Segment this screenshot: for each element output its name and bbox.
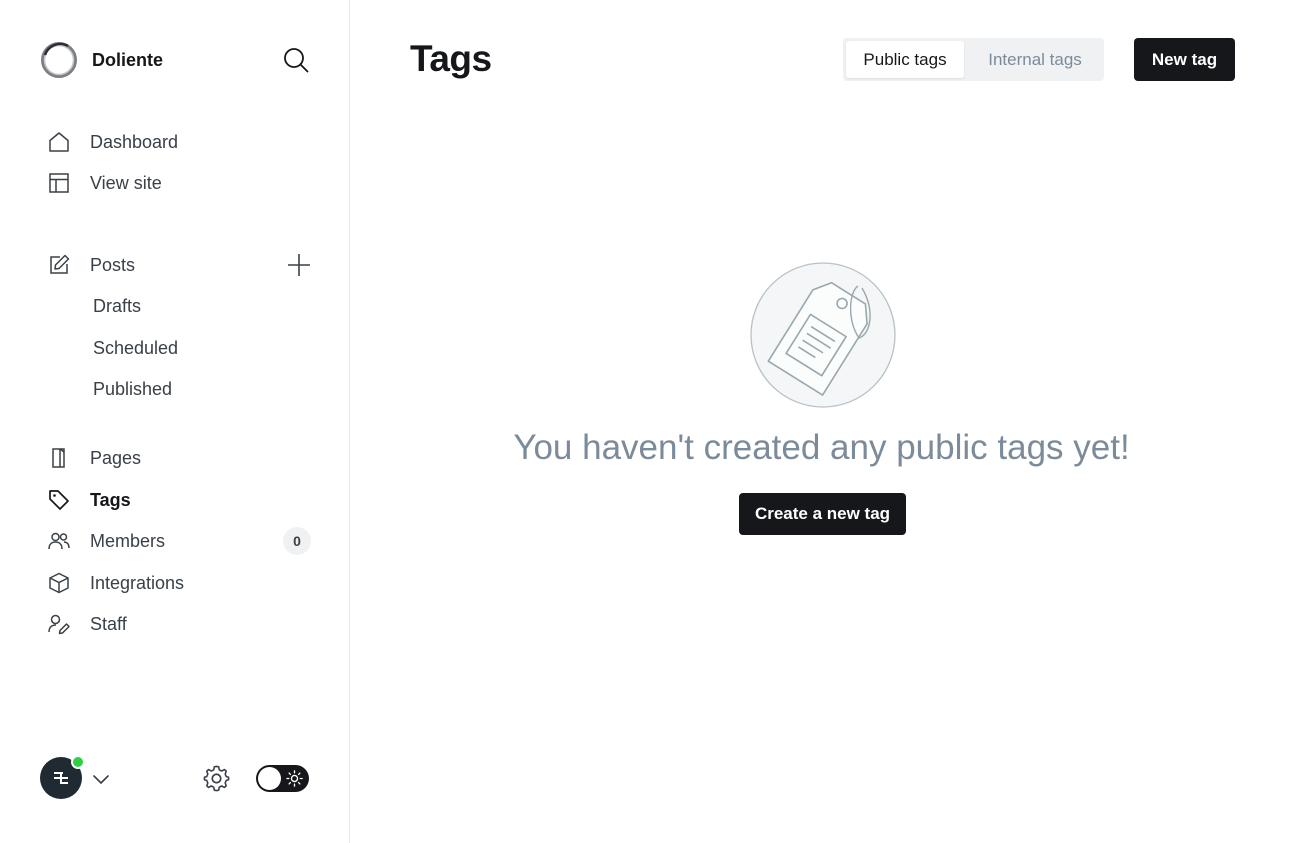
user-initials-icon	[54, 772, 68, 784]
empty-state-message: You haven't created any public tags yet!	[0, 428, 1295, 468]
tag-illustration	[750, 262, 896, 408]
edit-icon	[46, 252, 72, 278]
nav-view-site[interactable]: View site	[46, 168, 162, 198]
tab-internal-tags[interactable]: Internal tags	[969, 41, 1101, 78]
brand[interactable]: Doliente	[40, 40, 163, 80]
nav-label: Dashboard	[90, 131, 179, 152]
empty-state-text: You haven't created any public tags yet!	[513, 428, 1130, 467]
new-tag-button[interactable]: New tag	[1134, 38, 1235, 81]
cube-icon	[46, 570, 72, 596]
online-status-dot	[71, 755, 85, 769]
sidebar: Doliente Dashboard View site Posts Draft…	[0, 0, 350, 843]
members-icon	[46, 528, 72, 554]
layout-icon	[46, 170, 72, 196]
nav-label: View site	[90, 172, 162, 193]
nav-dashboard[interactable]: Dashboard	[46, 127, 178, 157]
theme-toggle[interactable]	[256, 765, 309, 792]
nav-posts[interactable]: Posts	[46, 250, 135, 280]
nav-tags[interactable]: Tags	[46, 485, 131, 515]
nav-label: Tags	[90, 489, 131, 510]
staff-icon	[46, 611, 72, 637]
sun-icon	[286, 770, 303, 787]
gear-icon[interactable]	[202, 764, 231, 793]
nav-published[interactable]: Published	[93, 375, 172, 403]
tag-type-tabs: Public tags Internal tags	[843, 38, 1104, 81]
nav-drafts[interactable]: Drafts	[93, 292, 141, 320]
nav-scheduled[interactable]: Scheduled	[93, 334, 178, 362]
nav-integrations[interactable]: Integrations	[46, 568, 184, 598]
plus-icon[interactable]	[284, 250, 314, 280]
nav-label: Staff	[90, 613, 127, 634]
nav-label: Posts	[90, 254, 136, 275]
tab-public-tags[interactable]: Public tags	[846, 41, 964, 78]
circle-ring-logo	[41, 42, 77, 78]
home-icon	[46, 129, 72, 155]
nav-staff[interactable]: Staff	[46, 609, 127, 639]
members-count-badge: 0	[283, 527, 311, 555]
create-new-tag-button[interactable]: Create a new tag	[739, 493, 906, 535]
search-icon[interactable]	[282, 46, 310, 74]
page-title: Tags	[410, 38, 492, 79]
toggle-knob	[258, 767, 281, 790]
brand-name: Doliente	[92, 49, 164, 70]
nav-label: Members	[90, 530, 166, 551]
nav-members[interactable]: Members	[46, 526, 165, 556]
tag-icon	[46, 487, 72, 513]
chevron-down-icon[interactable]	[90, 768, 112, 790]
nav-label: Integrations	[90, 572, 185, 593]
